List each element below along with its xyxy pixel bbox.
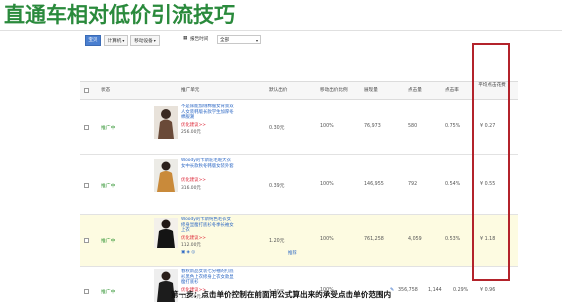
status-badge: 推广中 [101,239,116,244]
product-price: 316.00元 [181,186,201,191]
default-bid-value[interactable]: 0.39元 [269,182,284,189]
product-title-link[interactable]: Woody的卡斯驼毛呢大衣女中长款秋冬韩版女装外套 [181,158,235,175]
header-status[interactable]: 状态 [101,87,110,93]
header-mobile-bid[interactable]: 移动出价比例 [320,87,348,93]
tab-computer[interactable]: 计算机▾ [104,35,128,46]
report-period-value: 全部 [220,38,230,43]
table-row: 推广中 不是尿能加绒棉服女背景双人女装韩版长款学生加厚冬棉服潮 优化建议>> 2… [80,100,518,155]
header-product: 推广单元 [181,88,200,93]
ctr-value: 0.53% [445,237,461,242]
report-period-label: 报告时间 [190,37,209,42]
table-row: 推广中 Woody的卡斯驼毛呢大衣女中长款秋冬韩版女装外套 优化建议>> 316… [80,155,518,215]
impressions-value: 761,258 [364,237,384,242]
table-row: 推广中 Woody的卡斯纯色毛衣女修身显瘦打底衫冬季长袖女上衣 优化建议>> 1… [80,215,518,267]
default-bid-value[interactable]: 1.20元 [269,237,284,244]
slide-caption: 第一步：点击单价控制在前面用公式算出来的承受点击单价范围内 [170,290,392,299]
avg-cpc-highlight-box [472,43,510,281]
chevron-down-icon: ▾ [122,38,125,43]
row-checkbox[interactable] [84,125,89,130]
mobile-bid-value: 100% [320,124,334,129]
product-tool-icons[interactable]: ▣ ◈ ◎ [181,250,195,255]
row-checkbox[interactable] [84,238,89,243]
default-bid-value[interactable]: 0.30元 [269,124,284,131]
impressions-value: 76,973 [364,124,381,129]
product-thumbnail[interactable] [154,218,178,248]
chevron-down-icon: ▾ [153,38,156,43]
product-title-link[interactable]: Woody的卡斯纯色毛衣女修身显瘦打底衫冬季长袖女上衣 [181,217,235,234]
table-header: 状态 推广单元 默认出价 移动出价比例 展现量 点击量 点击率 平均点击花费 [80,81,518,100]
row-checkbox[interactable] [84,183,89,188]
optimize-suggestion-link[interactable]: 优化建议>> [181,235,206,241]
promote-link[interactable]: 推荐 [288,250,297,256]
product-price: 112.00元 [181,243,201,248]
report-period-select[interactable]: 全部 ▾ [217,35,261,44]
toolbar: 宝贝 计算机▾ 移动设备▾ ▦ 报告时间 全部 ▾ [80,32,518,46]
mobile-bid-value: 100% [320,182,334,187]
tab-mobile-label: 移动设备 [134,39,153,44]
product-thumbnail[interactable] [154,106,178,139]
ctr-value: 0.54% [445,182,461,187]
product-title-link[interactable]: 春秋新品女装七分袖的打底衫黑色上衣修身上衣女款显瘦打底衫 [181,269,235,286]
header-default-bid[interactable]: 默认出价 [269,87,287,93]
ctr-value: 0.75% [445,124,461,129]
product-thumbnail[interactable] [154,159,178,192]
tab-computer-label: 计算机 [107,39,122,44]
table-row: 推广中 春秋新品女装七分袖的打底衫黑色上衣修身上衣女款显瘦打底衫 优化建议>> … [80,267,518,302]
product-title-link[interactable]: 不是尿能加绒棉服女背景双人女装韩版长款学生加厚冬棉服潮 [181,104,235,121]
optimize-suggestion-link[interactable]: 优化建议>> [181,122,206,128]
chevron-down-icon: ▾ [255,38,258,43]
calendar-icon: ▦ [183,36,188,41]
tab-product[interactable]: 宝贝 [85,35,101,46]
header-impressions[interactable]: 展现量 [364,87,378,93]
clicks-value: 580 [408,124,418,129]
status-badge: 推广中 [101,184,116,189]
clicks-value: 792 [408,182,418,187]
impressions-value: 146,955 [364,182,384,187]
header-clicks[interactable]: 点击量 [408,87,422,93]
tab-mobile[interactable]: 移动设备▾ [130,35,160,46]
status-badge: 推广中 [101,126,116,131]
clicks-value: 4,059 [408,237,422,242]
campaign-report-panel: 宝贝 计算机▾ 移动设备▾ ▦ 报告时间 全部 ▾ 状态 推广单元 默认出价 移动… [80,32,518,302]
optimize-suggestion-link[interactable]: 优化建议>> [181,177,206,183]
title-divider [0,30,562,31]
tab-product-label: 宝贝 [88,38,98,43]
select-all-checkbox[interactable] [84,88,89,93]
header-ctr[interactable]: 点击率 [445,87,459,93]
mobile-bid-value: 100% [320,237,334,242]
product-price: 256.00元 [181,130,201,135]
slide-title: 直通车相对低价引流技巧 [4,3,235,27]
